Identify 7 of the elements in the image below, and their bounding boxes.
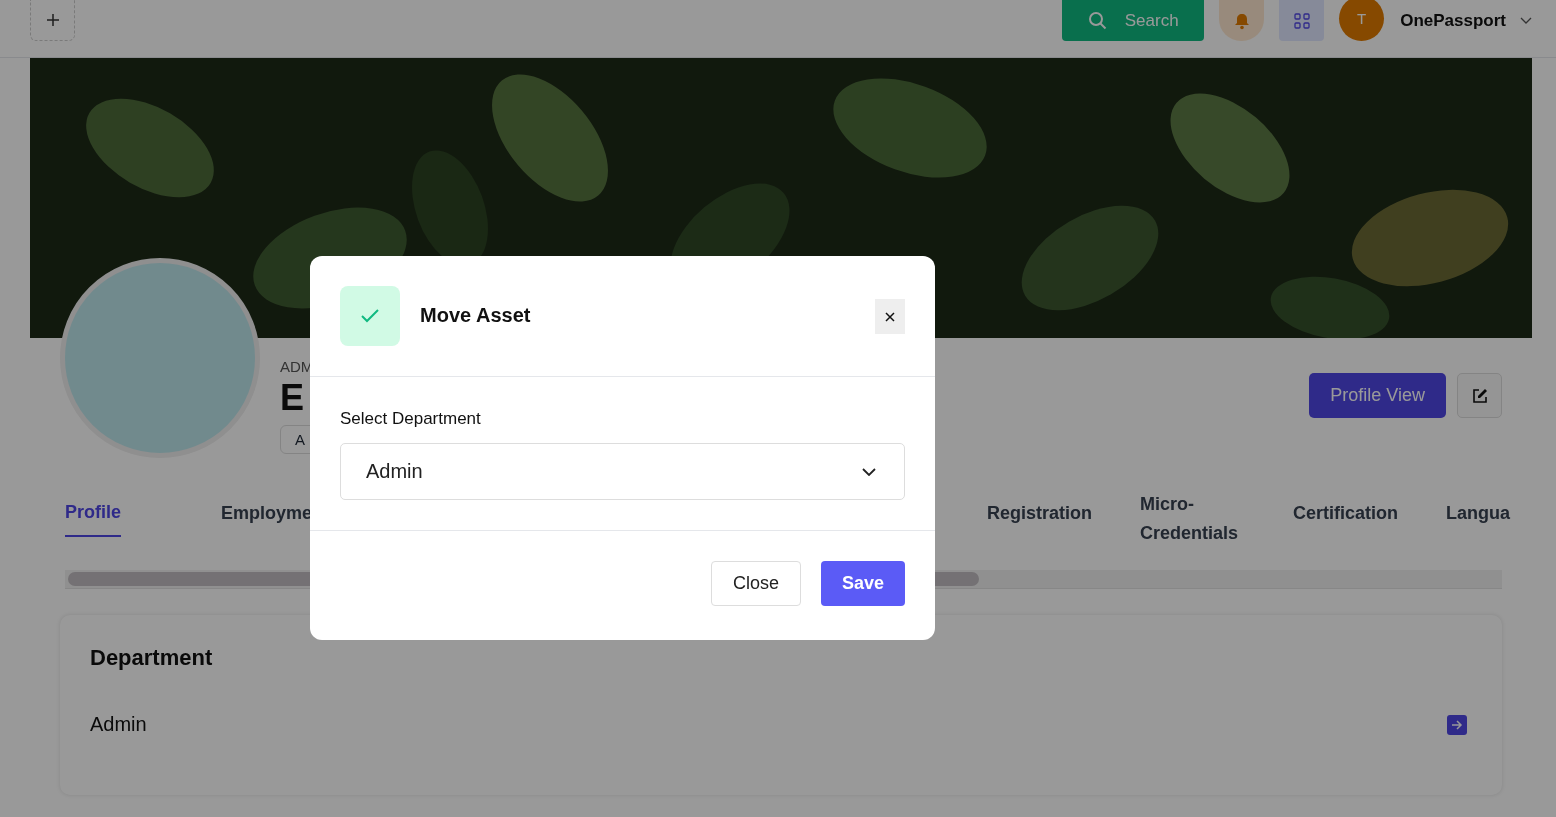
card-title: Department [90,645,214,671]
profile-name: E [280,377,305,419]
modal-title: Move Asset [420,304,531,327]
user-name: OnePassport [1400,10,1506,31]
user-avatar: T [1339,0,1385,41]
department-value: Admin [90,713,147,736]
field-label: Select Department [340,409,482,429]
